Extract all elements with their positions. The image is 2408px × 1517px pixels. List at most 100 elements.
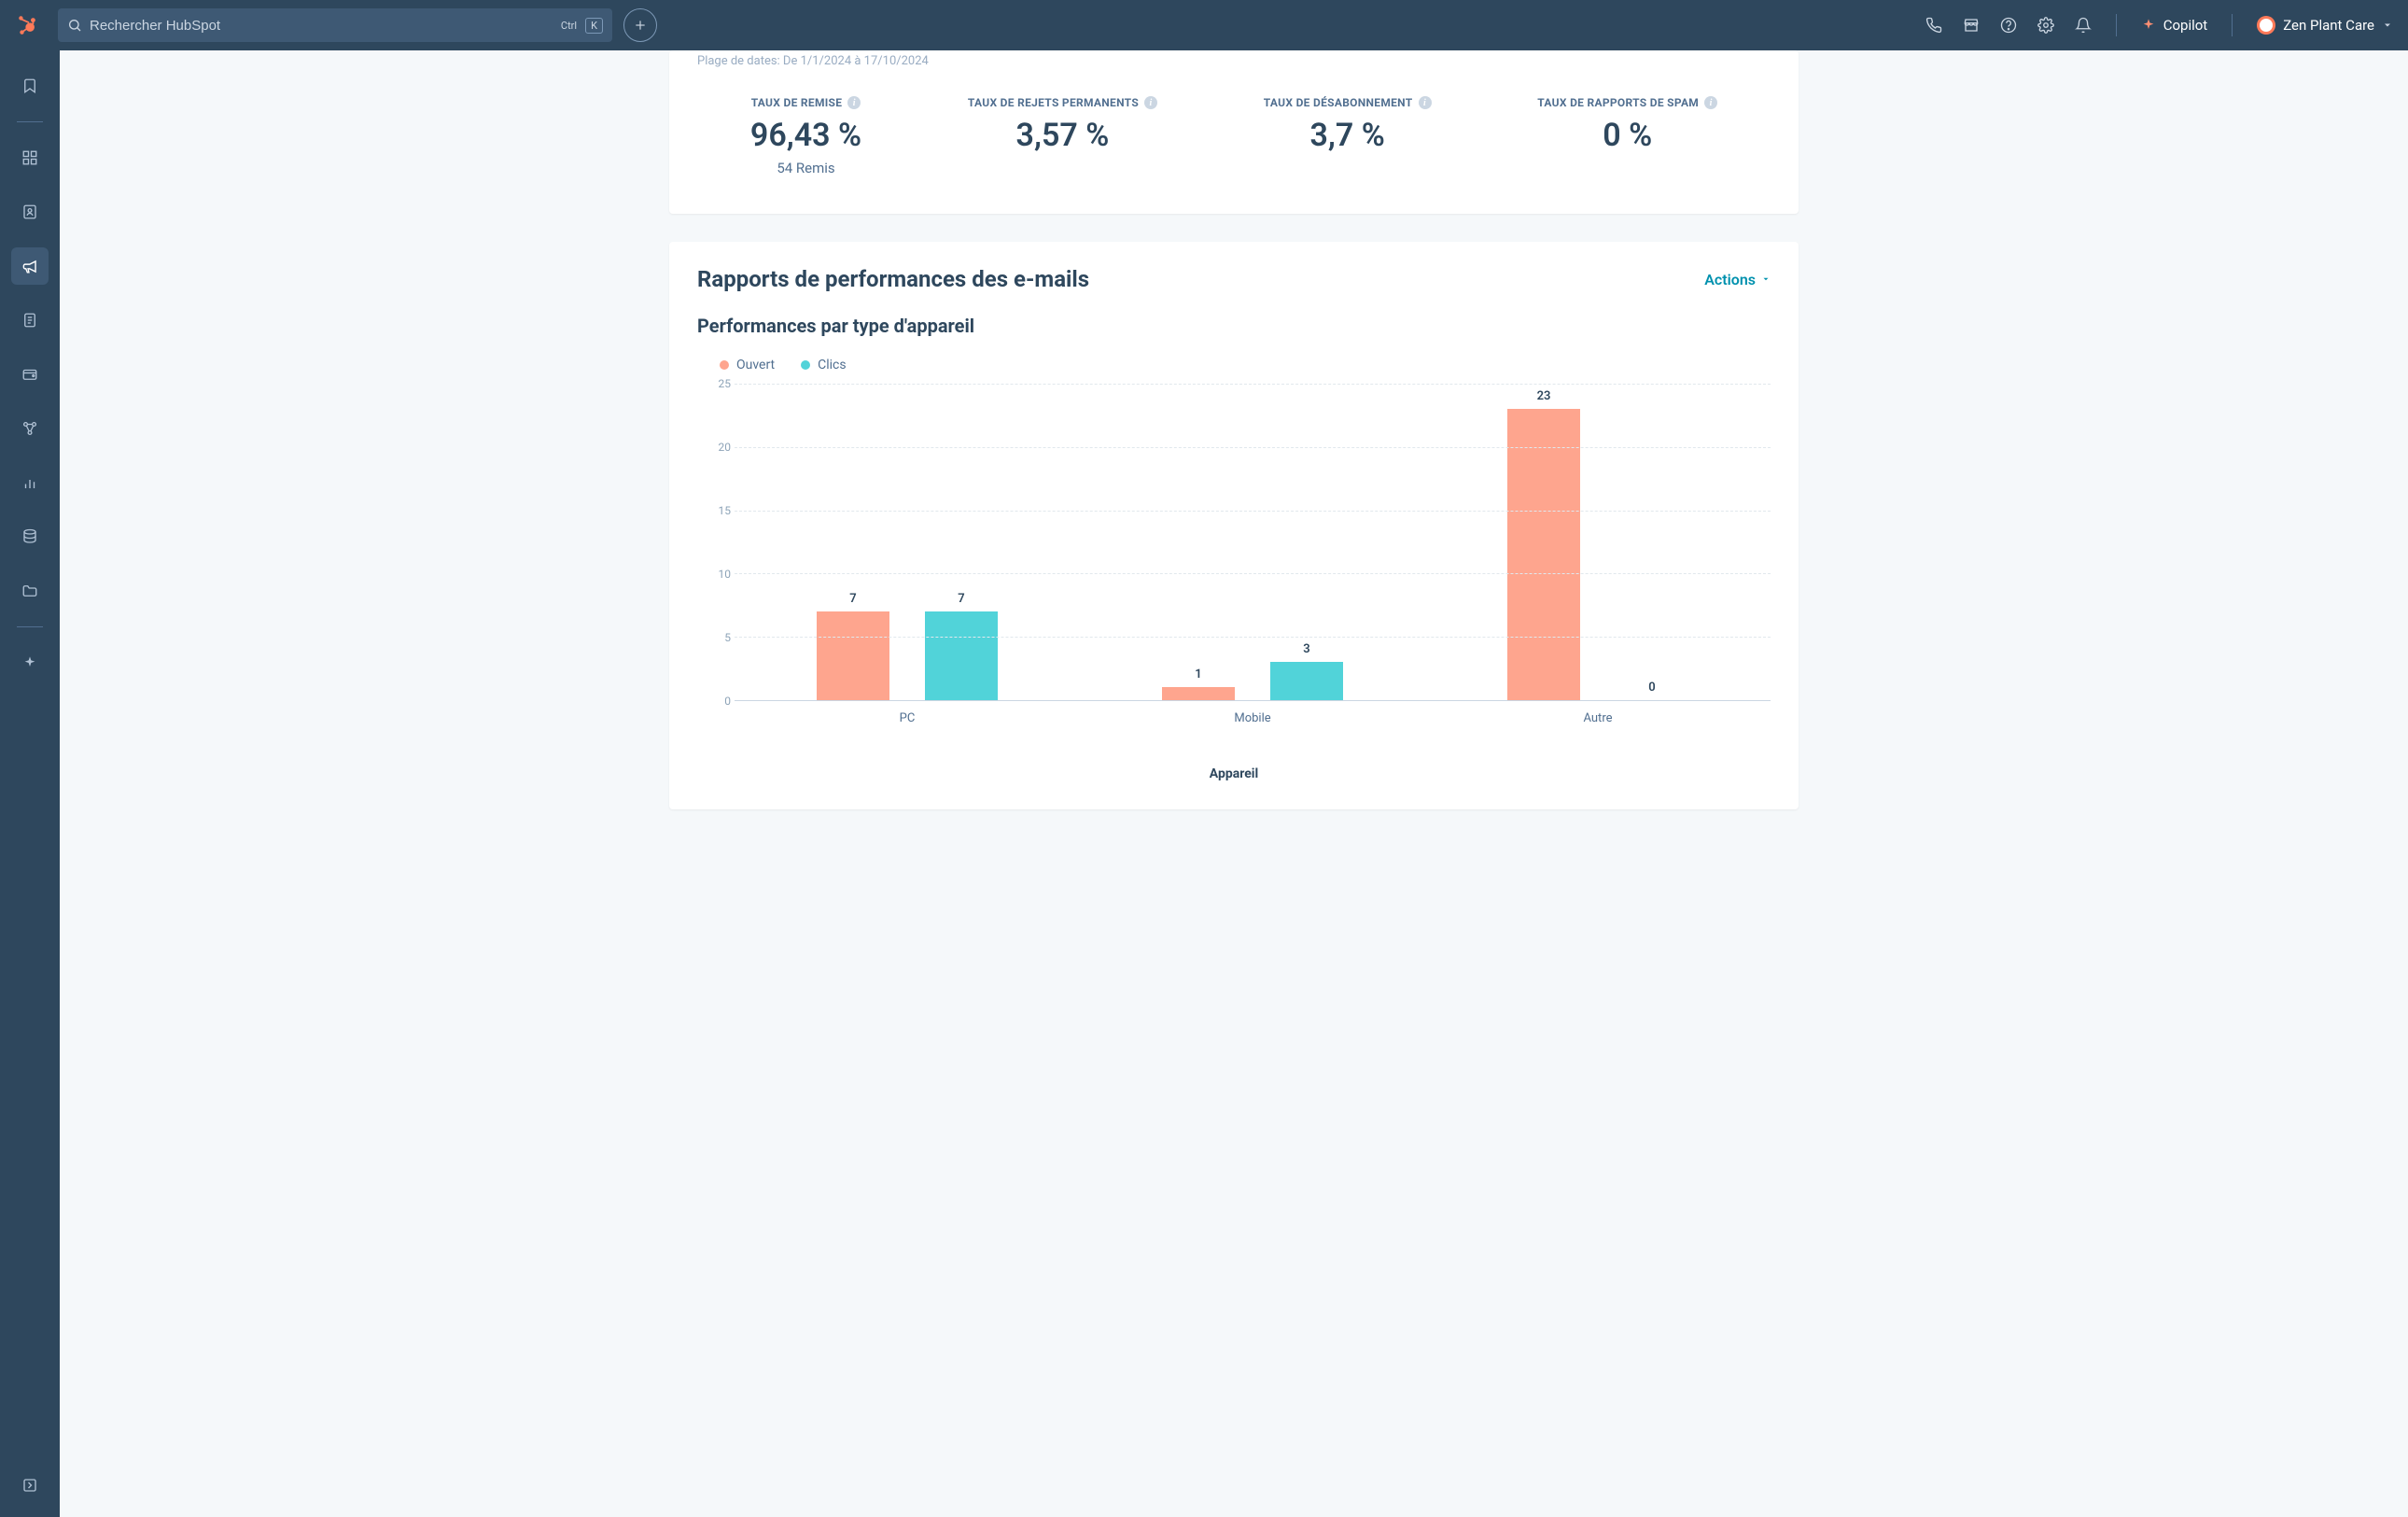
divider — [17, 121, 43, 122]
y-tick: 20 — [719, 441, 732, 454]
topbar: CtrlK Copilot Zen Plant Care — [0, 0, 2408, 50]
phone-icon[interactable] — [1925, 17, 1942, 34]
copilot-button[interactable]: Copilot — [2141, 17, 2208, 34]
account-name: Zen Plant Care — [2283, 17, 2374, 34]
sidebar-marketing[interactable] — [11, 247, 49, 285]
y-tick: 5 — [724, 631, 731, 644]
document-icon — [21, 312, 38, 329]
sidebar-workspaces[interactable] — [11, 139, 49, 176]
metric-sub: 54 Remis — [750, 160, 861, 176]
main-content: Plage de dates: De 1/1/2024 à 17/10/2024… — [60, 50, 2408, 1517]
global-search[interactable]: CtrlK — [58, 8, 612, 42]
x-tick: Autre — [1425, 711, 1771, 725]
legend-open[interactable]: Ouvert — [720, 358, 775, 372]
report-subtitle: Performances par type d'appareil — [697, 315, 1771, 337]
bar[interactable]: 7 — [817, 384, 889, 700]
sidebar-ai[interactable] — [11, 644, 49, 681]
copilot-label: Copilot — [2163, 17, 2208, 34]
account-menu[interactable]: Zen Plant Care — [2257, 16, 2393, 35]
expand-icon — [21, 1477, 38, 1494]
hubspot-logo[interactable] — [15, 12, 41, 38]
metric-value: 3,7 % — [1264, 117, 1432, 154]
legend-dot-icon — [801, 360, 810, 370]
device-chart: 0510152025 7713230 PCMobileAutre Apparei… — [697, 384, 1771, 781]
bar-value: 7 — [849, 592, 856, 606]
help-icon[interactable] — [2000, 17, 2017, 34]
sidebar-reporting[interactable] — [11, 464, 49, 501]
gear-icon[interactable] — [2037, 17, 2054, 34]
bar-group: 23 0 — [1425, 384, 1771, 700]
bar[interactable]: 7 — [925, 384, 998, 700]
legend-clicks[interactable]: Clics — [801, 358, 846, 372]
sidebar-data[interactable] — [11, 518, 49, 555]
chart-icon — [21, 474, 38, 491]
bar[interactable]: 3 — [1270, 384, 1343, 700]
x-axis-title: Appareil — [697, 766, 1771, 781]
sidebar-commerce[interactable] — [11, 356, 49, 393]
bookmark-icon — [21, 77, 38, 94]
sparkle-icon — [22, 655, 37, 670]
info-icon[interactable]: i — [1419, 96, 1432, 109]
bar[interactable]: 23 — [1507, 384, 1580, 700]
megaphone-icon — [21, 258, 39, 275]
bar-value: 7 — [958, 592, 964, 606]
legend-dot-icon — [720, 360, 729, 370]
divider — [17, 626, 43, 627]
bar-value: 0 — [1648, 681, 1655, 695]
y-tick: 0 — [724, 695, 731, 708]
bar[interactable]: 0 — [1616, 384, 1688, 700]
bar[interactable]: 1 — [1162, 384, 1235, 700]
bar-value: 1 — [1195, 667, 1201, 681]
x-tick: PC — [735, 711, 1080, 725]
metric: TAUX DE DÉSABONNEMENT i 3,7 % — [1264, 96, 1432, 176]
bar-value: 3 — [1303, 642, 1309, 656]
x-tick: Mobile — [1080, 711, 1425, 725]
bar-group: 77 — [735, 384, 1080, 700]
workflow-icon — [21, 420, 38, 437]
bell-icon[interactable] — [2075, 17, 2092, 34]
chart-legend: Ouvert Clics — [720, 358, 1771, 372]
sidebar — [0, 50, 60, 1517]
database-icon — [21, 528, 38, 545]
info-icon[interactable]: i — [1704, 96, 1717, 109]
plus-icon — [634, 19, 647, 32]
bar-value: 23 — [1537, 389, 1551, 403]
metric-label: TAUX DE REMISE i — [750, 96, 861, 109]
metric: TAUX DE REMISE i 96,43 % 54 Remis — [750, 96, 861, 176]
metric-value: 3,57 % — [968, 117, 1157, 154]
actions-button[interactable]: Actions — [1704, 271, 1771, 288]
marketplace-icon[interactable] — [1963, 17, 1980, 34]
chevron-down-icon — [2382, 20, 2393, 31]
sidebar-automation[interactable] — [11, 410, 49, 447]
y-tick: 15 — [719, 504, 732, 517]
metric: TAUX DE RAPPORTS DE SPAM i 0 % — [1537, 96, 1717, 176]
sidebar-crm[interactable] — [11, 193, 49, 231]
email-performance-card: Rapports de performances des e-mails Act… — [669, 242, 1799, 809]
metric-label: TAUX DE DÉSABONNEMENT i — [1264, 96, 1432, 109]
actions-label: Actions — [1704, 271, 1756, 288]
divider — [2116, 14, 2117, 36]
metric-value: 0 % — [1537, 117, 1717, 154]
sparkle-icon — [2141, 18, 2156, 33]
grid-icon — [21, 149, 38, 166]
metric-label: TAUX DE RAPPORTS DE SPAM i — [1537, 96, 1717, 109]
search-input[interactable] — [90, 18, 549, 34]
chevron-down-icon — [1761, 274, 1771, 284]
wallet-icon — [21, 366, 38, 383]
metric-value: 96,43 % — [750, 117, 861, 154]
metric-label: TAUX DE REJETS PERMANENTS i — [968, 96, 1157, 109]
sidebar-expand[interactable] — [11, 1467, 49, 1504]
search-icon — [67, 18, 82, 33]
search-shortcut: CtrlK — [556, 18, 603, 34]
y-tick: 25 — [719, 377, 732, 390]
create-button[interactable] — [623, 8, 657, 42]
info-icon[interactable]: i — [847, 96, 861, 109]
delivery-metrics-card: Plage de dates: De 1/1/2024 à 17/10/2024… — [669, 50, 1799, 214]
report-title: Rapports de performances des e-mails — [697, 266, 1089, 292]
sidebar-bookmarks[interactable] — [11, 67, 49, 105]
info-icon[interactable]: i — [1144, 96, 1157, 109]
date-range: Plage de dates: De 1/1/2024 à 17/10/2024 — [697, 50, 1771, 68]
sidebar-content[interactable] — [11, 302, 49, 339]
sidebar-library[interactable] — [11, 572, 49, 610]
top-utility-icons: Copilot Zen Plant Care — [1925, 14, 2393, 36]
